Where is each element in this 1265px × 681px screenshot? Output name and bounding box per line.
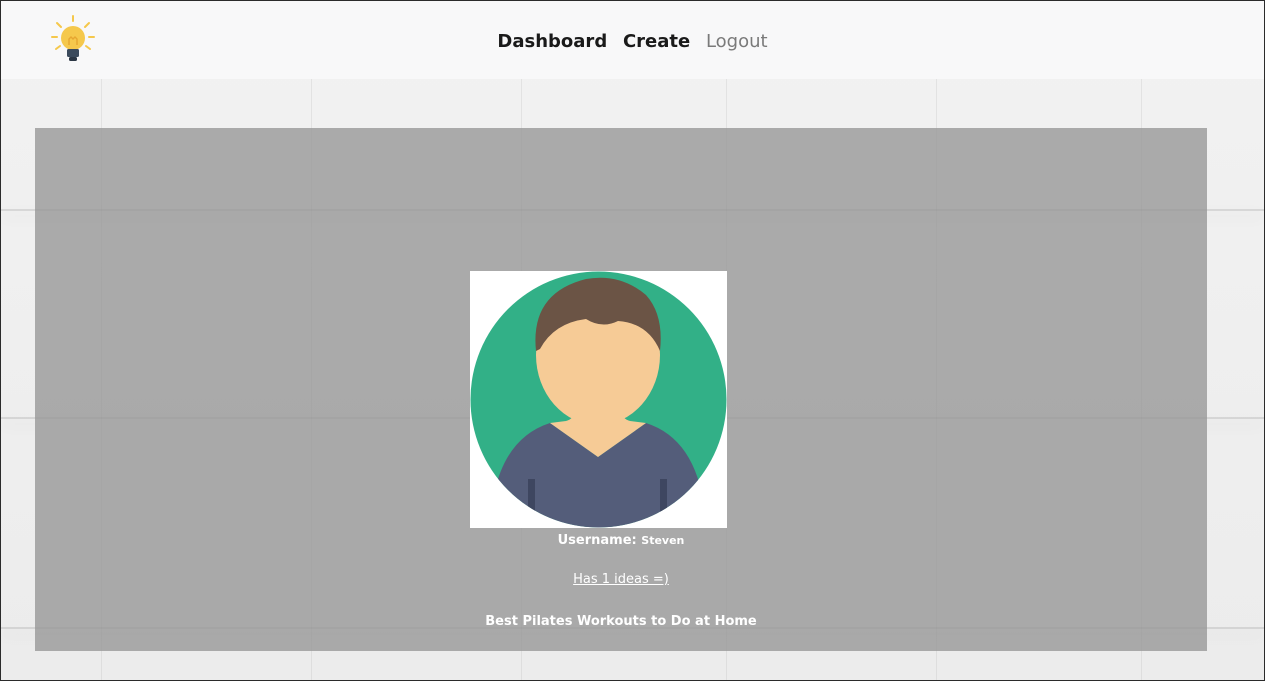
username-line: Username: Steven (35, 533, 1207, 548)
nav-dashboard-link[interactable]: Dashboard (497, 31, 607, 53)
ideas-count-link[interactable]: Has 1 ideas =) (573, 572, 669, 587)
profile-panel: Username: Steven Has 1 ideas =) Best Pil… (35, 128, 1207, 651)
nav-links: Dashboard Create Logout (1, 31, 1264, 53)
browser-viewport: Dashboard Create Logout Username: Steven… (0, 0, 1265, 681)
idea-item-title: Best Pilates Workouts to Do at Home (485, 614, 757, 629)
username-value: Steven (641, 534, 685, 547)
ideas-count-container: Has 1 ideas =) (35, 572, 1207, 587)
user-avatar-icon (470, 271, 727, 528)
username-label: Username: (557, 533, 637, 548)
nav-create-link[interactable]: Create (623, 31, 690, 53)
nav-logout-link[interactable]: Logout (706, 31, 768, 53)
top-navbar: Dashboard Create Logout (1, 1, 1264, 79)
